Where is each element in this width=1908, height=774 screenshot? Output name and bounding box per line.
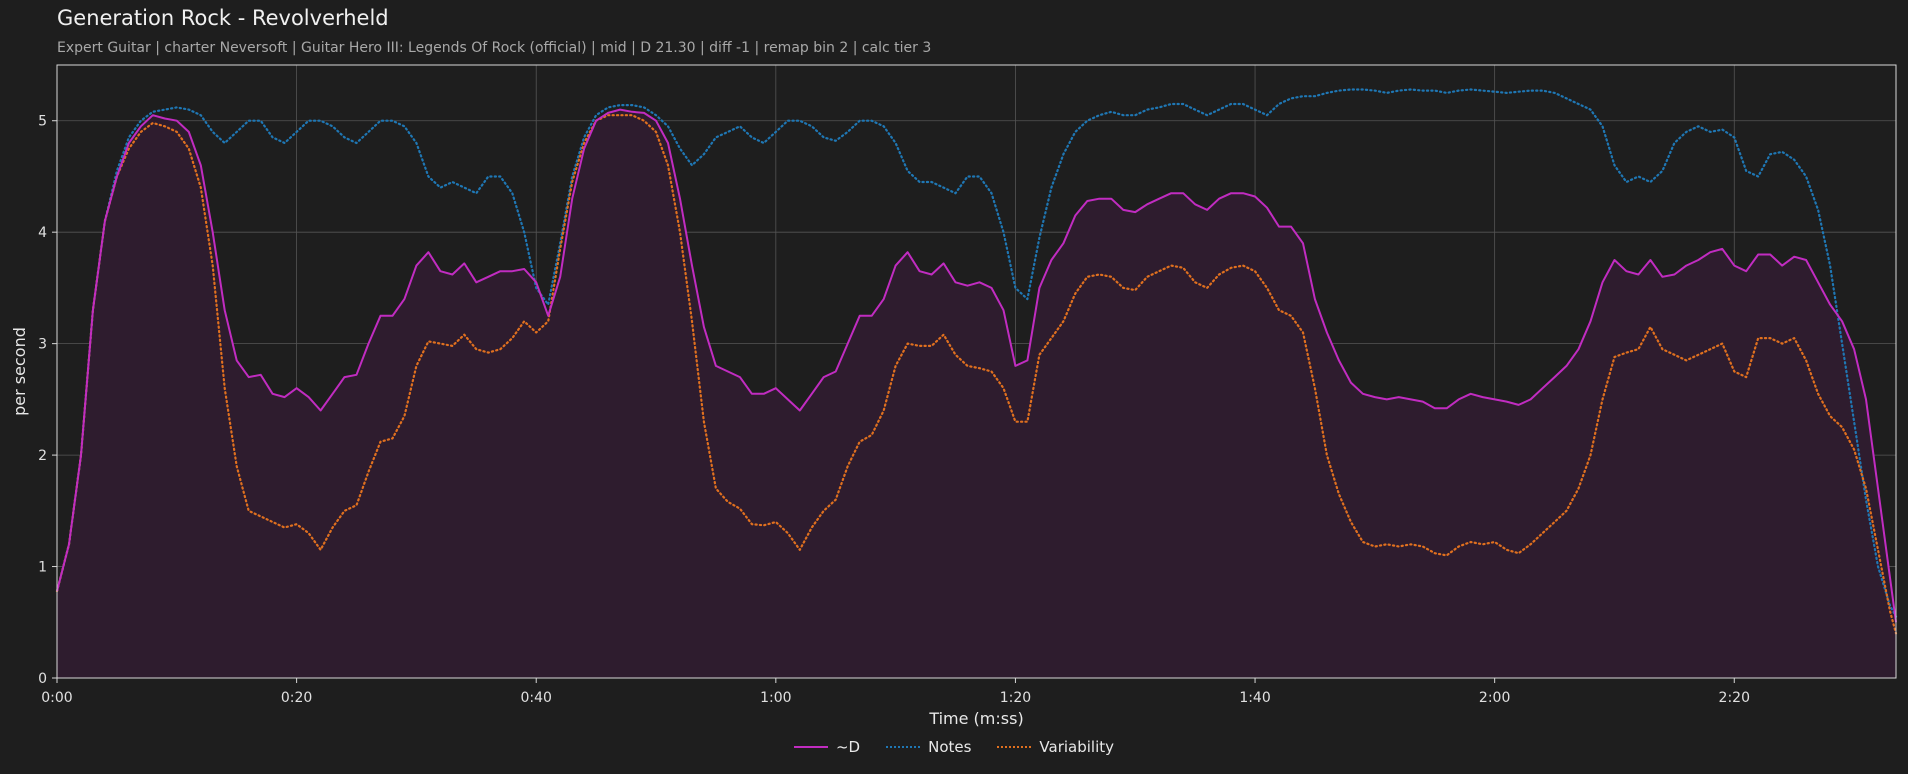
legend: ~D Notes Variability	[0, 738, 1908, 756]
x-tick-label: 1:00	[760, 690, 791, 706]
x-tick-label: 2:00	[1479, 690, 1510, 706]
legend-swatch-variability	[997, 746, 1032, 748]
y-tick-label: 2	[38, 448, 47, 464]
x-tick-label: 0:00	[41, 690, 72, 706]
y-tick-label: 0	[38, 671, 47, 687]
y-axis: 0 1 2 3 4 5	[38, 114, 57, 687]
x-tick-label: 0:40	[520, 690, 551, 706]
x-tick-label: 2:20	[1719, 690, 1750, 706]
legend-label-variability: Variability	[1039, 738, 1115, 756]
legend-item-d: ~D	[793, 738, 861, 756]
x-axis: 0:00 0:20 0:40 1:00 1:20 1:40 2:00 2:20	[41, 678, 1750, 706]
x-tick-label: 1:20	[1000, 690, 1031, 706]
legend-item-notes: Notes	[886, 738, 971, 756]
y-tick-label: 3	[38, 337, 47, 353]
legend-swatch-d	[793, 746, 828, 748]
y-tick-label: 5	[38, 114, 47, 130]
x-axis-label: Time (m:ss)	[928, 709, 1023, 728]
x-tick-label: 1:40	[1239, 690, 1270, 706]
y-tick-label: 4	[38, 225, 47, 241]
legend-item-variability: Variability	[997, 738, 1114, 756]
line-chart: 0:00 0:20 0:40 1:00 1:20 1:40 2:00 2:20 012345 …	[10, 64, 1898, 728]
y-axis-label: per second	[10, 327, 29, 416]
legend-label-d: ~D	[835, 738, 861, 756]
legend-label-notes: Notes	[928, 738, 972, 756]
x-tick-label: 0:20	[281, 690, 312, 706]
y-tick-label: 1	[38, 560, 47, 576]
legend-swatch-notes	[886, 746, 921, 748]
